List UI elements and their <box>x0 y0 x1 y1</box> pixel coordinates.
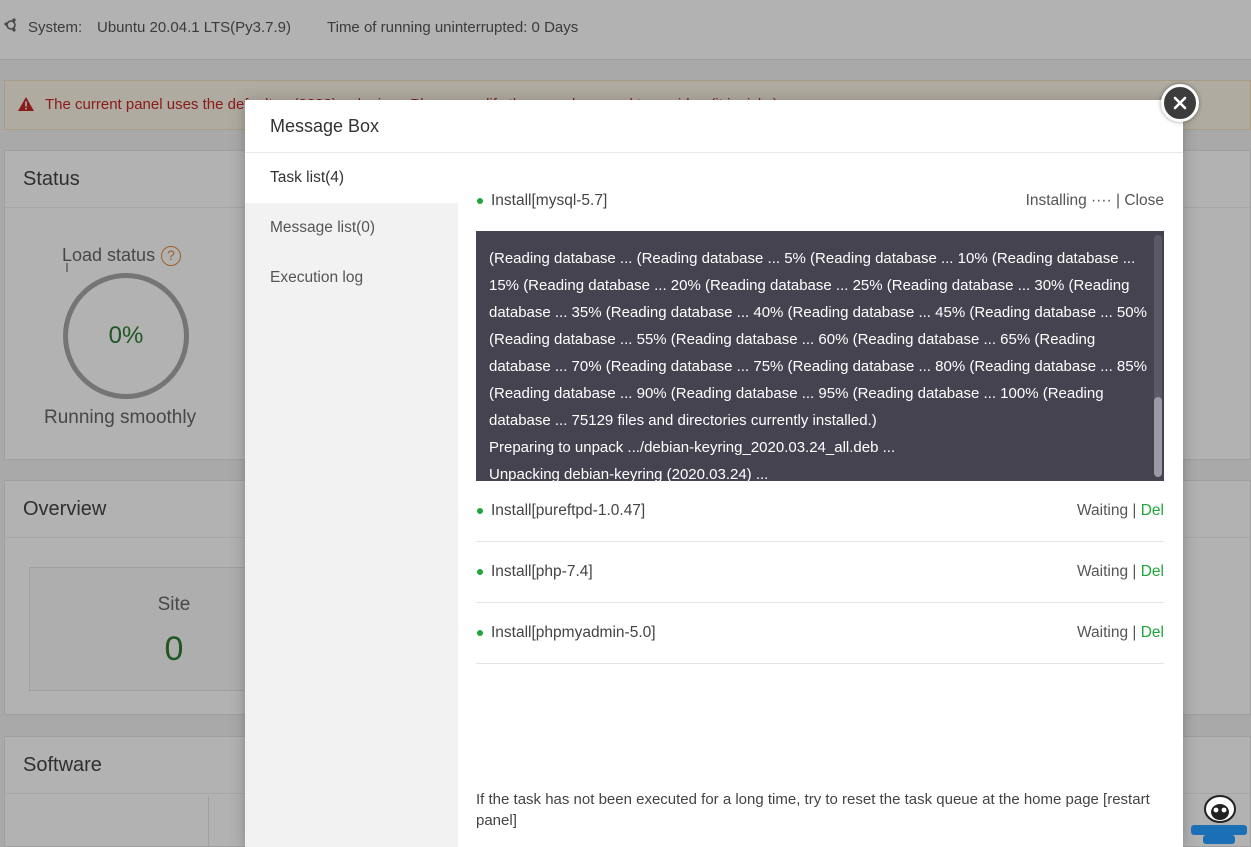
task-status: Waiting | Del <box>1077 624 1164 642</box>
tab-execution-log[interactable]: Execution log <box>245 253 458 303</box>
task-status: Waiting | Del <box>1077 502 1164 520</box>
reset-queue-hint: If the task has not been executed for a … <box>476 791 1150 829</box>
modal-side-nav: Task list(4) Message list(0) Execution l… <box>245 153 458 847</box>
current-task-name: Install[mysql-5.7] <box>491 192 608 209</box>
task-status-dot <box>477 508 483 514</box>
console-output: (Reading database ... (Reading database … <box>489 231 1149 481</box>
modal-close-button[interactable] <box>1161 84 1199 122</box>
console-line: Preparing to unpack .../debian-keyring_2… <box>489 439 896 456</box>
console-line-partial <box>489 231 1149 245</box>
console-line: (Reading database ... 55% (Reading datab… <box>489 331 1096 348</box>
tab-task-list[interactable]: Task list(4) <box>245 153 458 203</box>
task-row: Install[phpmyadmin-5.0] Waiting | Del <box>476 603 1164 664</box>
task-status-text: Waiting | <box>1076 624 1141 641</box>
task-row: Install[pureftpd-1.0.47] Waiting | Del <box>476 481 1164 542</box>
task-name: Install[php-7.4] <box>491 563 593 580</box>
task-status-text: Waiting | <box>1076 502 1141 519</box>
delete-task-button[interactable]: Del <box>1141 563 1164 580</box>
console-line: Unpacking debian-keyring (2020.03.24) ..… <box>489 466 769 481</box>
close-task-button[interactable]: Close <box>1124 192 1164 209</box>
task-status-text: Waiting | <box>1076 563 1141 580</box>
message-box-modal: Message Box Task list(4) Message list(0)… <box>245 100 1183 847</box>
task-status: Waiting | Del <box>1077 563 1164 581</box>
delete-task-button[interactable]: Del <box>1141 502 1164 519</box>
task-name: Install[pureftpd-1.0.47] <box>491 502 646 519</box>
current-task-status: Installing ···· | Close <box>1026 192 1164 210</box>
console-line: (Reading database ... (Reading database … <box>489 250 1136 267</box>
console-line: database ... 75129 files and directories… <box>489 412 877 429</box>
task-status-dot <box>477 198 483 204</box>
one-smart-sheep-logo <box>1191 795 1247 844</box>
task-status-dot <box>477 630 483 636</box>
install-console[interactable]: (Reading database ... (Reading database … <box>476 231 1164 481</box>
task-status-dot <box>477 569 483 575</box>
task-name: Install[phpmyadmin-5.0] <box>491 624 656 641</box>
modal-title: Message Box <box>245 100 1183 153</box>
task-row: Install[php-7.4] Waiting | Del <box>476 542 1164 603</box>
current-task-row: Install[mysql-5.7] Installing ···· | Clo… <box>476 153 1164 231</box>
delete-task-button[interactable]: Del <box>1141 624 1164 641</box>
console-line: database ... 70% (Reading database ... 7… <box>489 358 1147 375</box>
task-list-panel: Install[mysql-5.7] Installing ···· | Clo… <box>476 153 1164 847</box>
console-line: (Reading database ... 90% (Reading datab… <box>489 385 1104 402</box>
console-scrollbar-thumb[interactable] <box>1154 397 1162 477</box>
console-line: database ... 35% (Reading database ... 4… <box>489 304 1147 321</box>
tab-message-list[interactable]: Message list(0) <box>245 203 458 253</box>
current-task-status-text: Installing ···· | <box>1025 192 1125 209</box>
console-line: 15% (Reading database ... 20% (Reading d… <box>489 277 1130 294</box>
close-icon <box>1173 96 1187 110</box>
